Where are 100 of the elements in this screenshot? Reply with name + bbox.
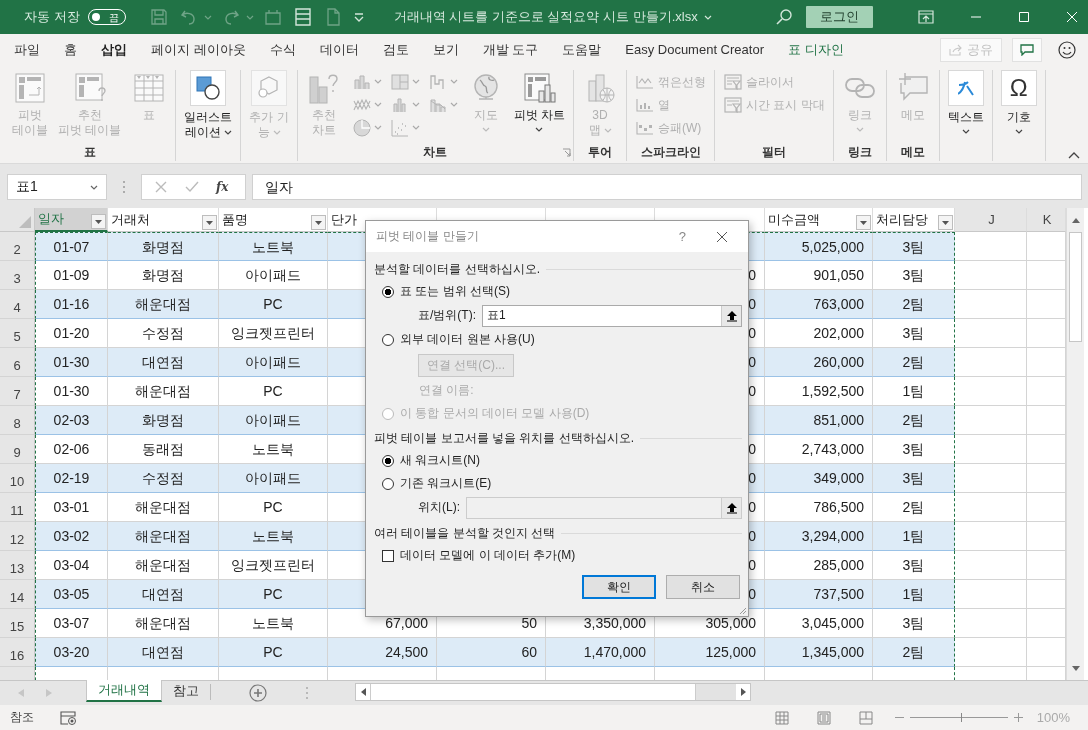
- radio-button[interactable]: [382, 454, 394, 467]
- ribbon-tab[interactable]: 도움말: [550, 36, 614, 64]
- row-number[interactable]: 10: [0, 464, 35, 493]
- ribbon-tab[interactable]: 개발 도구: [470, 36, 551, 64]
- row-number[interactable]: 14: [0, 580, 35, 609]
- cancel-button[interactable]: 취소: [666, 575, 740, 599]
- close-icon[interactable]: [716, 230, 728, 243]
- radio-button[interactable]: [382, 333, 394, 346]
- ribbon-button[interactable]: 텍스트: [943, 70, 988, 137]
- select-all-button[interactable]: [0, 208, 35, 232]
- ok-button[interactable]: 확인: [582, 575, 656, 599]
- comments-button[interactable]: [1012, 38, 1042, 62]
- radio-button[interactable]: [382, 285, 394, 298]
- ribbon-button[interactable]: 피벗 차트: [509, 70, 570, 135]
- login-button[interactable]: 로그인: [806, 6, 873, 28]
- table-cell: 2팀: [873, 290, 955, 319]
- row-number[interactable]: 2: [0, 232, 35, 261]
- page-layout-icon[interactable]: [816, 710, 831, 725]
- caret-icon: [411, 79, 420, 84]
- row-number[interactable]: 15: [0, 609, 35, 638]
- table-cell: [955, 493, 1027, 522]
- ribbon-tab[interactable]: 데이터: [307, 36, 371, 64]
- dropdown-arrow-icon: [942, 220, 949, 225]
- row-number[interactable]: 13: [0, 551, 35, 580]
- sheet-tab[interactable]: 참고: [162, 680, 210, 702]
- table-cell: 786,500: [765, 493, 873, 522]
- add-sheet-icon[interactable]: [249, 684, 267, 702]
- previous-sheet-icon[interactable]: [18, 689, 24, 697]
- dialog-launcher-icon[interactable]: [562, 148, 572, 157]
- row-number[interactable]: 16: [0, 638, 35, 667]
- row-number[interactable]: 8: [0, 406, 35, 435]
- filter-dropdown-button[interactable]: [202, 215, 217, 230]
- filter-dropdown-button[interactable]: [938, 215, 953, 230]
- column-header[interactable]: 거래처: [108, 208, 219, 232]
- pie-chart-button[interactable]: [351, 116, 382, 139]
- table-cell: 01-30: [35, 348, 108, 377]
- frame-icon[interactable]: [262, 7, 283, 27]
- ribbon-button[interactable]: Ω 기호: [996, 70, 1041, 137]
- row-number[interactable]: 7: [0, 377, 35, 406]
- ribbon-tab[interactable]: 보기: [420, 36, 471, 64]
- radio-button[interactable]: [382, 477, 394, 490]
- caret-icon: [373, 102, 382, 107]
- table-cell: 3,294,000: [765, 522, 873, 551]
- scroll-left-button[interactable]: [356, 684, 370, 700]
- scrollbar-thumb[interactable]: [1069, 232, 1082, 342]
- page-break-icon[interactable]: [858, 710, 873, 725]
- column-header[interactable]: K: [1027, 208, 1066, 232]
- search-icon[interactable]: [774, 7, 794, 27]
- ribbon-tab[interactable]: 표 디자인: [776, 36, 856, 64]
- enter-icon[interactable]: [184, 180, 200, 194]
- scroll-right-button[interactable]: [736, 684, 750, 700]
- ribbon-tab[interactable]: 삽입: [89, 36, 139, 64]
- customize-icon[interactable]: [352, 11, 365, 23]
- ribbon-tab[interactable]: Easy Document Creator: [613, 36, 776, 64]
- collapse-dialog-button[interactable]: [721, 305, 741, 326]
- input-field[interactable]: 표1: [482, 304, 742, 327]
- row-number[interactable]: 11: [0, 493, 35, 522]
- caret-icon: [90, 184, 98, 190]
- column-header[interactable]: 미수금액: [765, 208, 873, 232]
- table-cell: 03-05: [35, 580, 108, 609]
- collapse-ribbon-icon[interactable]: [1068, 151, 1080, 159]
- table-cell: 2,743,000: [765, 435, 873, 464]
- normal-view-icon[interactable]: [774, 710, 789, 725]
- ribbon-tab[interactable]: 검토: [370, 36, 421, 64]
- filter-dropdown-button[interactable]: [856, 215, 871, 230]
- row-number[interactable]: 4: [0, 290, 35, 319]
- macro-record-icon[interactable]: [60, 710, 76, 725]
- row-number[interactable]: 12: [0, 522, 35, 551]
- row-number[interactable]: 6: [0, 348, 35, 377]
- insert-function-button[interactable]: fx: [216, 180, 229, 194]
- next-sheet-icon[interactable]: [46, 689, 52, 697]
- scrollbar-thumb[interactable]: [370, 684, 696, 700]
- ribbon-button[interactable]: 일러스트 레이션: [180, 70, 237, 140]
- filter-dropdown-button[interactable]: [91, 214, 106, 229]
- row-number[interactable]: 9: [0, 435, 35, 464]
- form-icon[interactable]: [292, 7, 313, 27]
- column-header[interactable]: J: [955, 208, 1027, 232]
- column-header[interactable]: 품명: [219, 208, 328, 232]
- maximize-icon[interactable]: [1018, 11, 1030, 23]
- ribbon-tab[interactable]: 홈: [52, 36, 89, 64]
- filter-dropdown-button[interactable]: [311, 215, 326, 230]
- save-icon[interactable]: [148, 7, 169, 27]
- formula-input[interactable]: 일자: [252, 174, 1082, 200]
- ribbon-display-icon[interactable]: [918, 10, 934, 24]
- ribbon-tab[interactable]: 수식: [257, 36, 308, 64]
- row-number[interactable]: 5: [0, 319, 35, 348]
- smiley-icon[interactable]: [1058, 41, 1076, 59]
- row-number[interactable]: 3: [0, 261, 35, 290]
- help-button[interactable]: ?: [678, 229, 686, 244]
- column-header[interactable]: 일자: [35, 208, 108, 232]
- table-cell: 노트북: [219, 522, 328, 551]
- cancel-icon[interactable]: [154, 180, 168, 194]
- ribbon-tab[interactable]: 페이지 레이아웃: [139, 36, 258, 64]
- ribbon-tab[interactable]: 파일: [2, 36, 52, 64]
- checkbox[interactable]: [382, 549, 394, 562]
- zoom-in-icon[interactable]: [1013, 713, 1023, 722]
- column-title: K: [1042, 212, 1052, 227]
- sheet-tab[interactable]: 거래내역: [86, 680, 162, 702]
- name-box[interactable]: 표1: [7, 174, 107, 200]
- column-header[interactable]: 처리담당: [873, 208, 955, 232]
